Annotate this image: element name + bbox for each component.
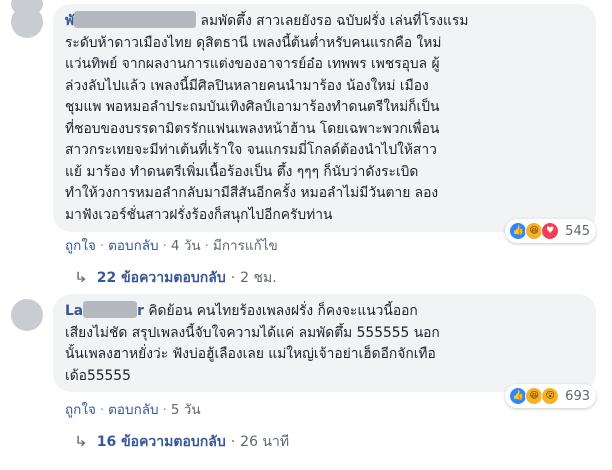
separator-dot: · [230, 270, 236, 286]
separator-dot: · [162, 238, 167, 254]
separator-dot: · [99, 238, 105, 254]
like-link[interactable]: ถูกใจ [65, 238, 96, 254]
wow-reaction-icon: 😮 [541, 387, 560, 405]
comment-2-line: นั้นเพลงฮาหยั่งว่ะ ฟังบ่อฮู้เลืองเลย แม่… [65, 346, 436, 362]
comment-1-author[interactable]: พั [65, 13, 74, 29]
separator-dot: · [162, 402, 167, 418]
comment-2-line-1: La r คิดย้อน คนไทยร้องเพลงฝรั่ง ก็คงจะแนว… [65, 301, 584, 323]
comment-1-line: แย้ มาร้อง ทำดนตรีเพิ่มเนื้อร้องเป็น ตึ้… [65, 163, 419, 180]
reply-arrow-icon: ↳ [73, 434, 88, 450]
reaction-summary-1[interactable]: 👍 😆 ♥ 545 [505, 219, 596, 243]
comment-1-line-1: พั ลมพัดตึ้ง สาวเลยยังรอ ฉบับฝรั่ง เล่นท… [65, 11, 584, 33]
view-replies-1[interactable]: ↳ 22 ข้อความตอบกลับ · 2 ชม. [73, 267, 277, 289]
reaction-summary-2[interactable]: 👍 😆 😮 693 [505, 384, 596, 408]
comment-bubble-1: พั ลมพัดตึ้ง สาวเลยยังรอ ฉบับฝรั่ง เล่นท… [53, 4, 596, 232]
comment-2-author-tail[interactable]: r [137, 303, 144, 319]
separator-dot: · [99, 402, 105, 418]
comment-2-author[interactable]: La [65, 303, 83, 319]
comment-1-line: ที่ชอบของบรรดามิตรรักแฟนเพลงหน้าฮ้าน โดย… [65, 120, 440, 137]
separator-dot: · [204, 238, 209, 254]
reply-arrow-icon: ↳ [73, 270, 88, 286]
comment-2-actions: ถูกใจ · ตอบกลับ · 5 วัน [65, 398, 201, 420]
author-name-redacted [74, 11, 197, 28]
edited-label[interactable]: มีการแก้ไข [213, 238, 278, 254]
comment-2-text: คิดย้อน คนไทยร้องเพลงฝรั่ง ก็คงจะแนวนี้อ… [148, 303, 418, 319]
comment-1-actions: ถูกใจ · ตอบกลับ · 4 วัน · มีการแก้ไข [65, 234, 278, 256]
love-reaction-icon: ♥ [541, 222, 560, 240]
reply-link[interactable]: ตอบกลับ [108, 402, 158, 418]
like-link[interactable]: ถูกใจ [65, 402, 96, 418]
comment-1-line: แว่นทิพย์ จากผลงานการแต่งของอาจารย์อ๋อ เ… [65, 56, 440, 72]
avatar-commenter-1[interactable] [11, 6, 43, 38]
reaction-count: 545 [565, 223, 590, 239]
replies-time: 26 นาที [240, 434, 290, 450]
reply-link[interactable]: ตอบกลับ [108, 238, 158, 254]
comment-1-line: ชุมแพ พอหมอลำประถมบันเทิงศิลป์เอามาร้องท… [65, 99, 440, 115]
reaction-count: 693 [565, 388, 590, 404]
avatar-commenter-2[interactable] [11, 299, 43, 331]
comment-1-line: มาฟังเวอร์ชั่นสาวฝรั่งร้องก็สนุกไปอีกครั… [65, 206, 333, 223]
comment-bubble-2: La r คิดย้อน คนไทยร้องเพลงฝรั่ง ก็คงจะแนว… [53, 294, 596, 392]
separator-dot: · [230, 434, 236, 450]
comment-1-line: ทำให้วงการหมอลำกลับมามีสีสันอีกครั้ง หมอ… [65, 185, 439, 201]
comment-1-line: ระดับห้าดาวเมืองไทย ดุสิตธานี เพลงนี้ต้น… [65, 34, 442, 51]
comment-1-line: ล่วงลับไปแล้ว เพลงนี้มีศิลปินหลายคนนำมาร… [65, 77, 429, 94]
comment-1-line: สาวกระเทยจะมีท่าเต้นที่เร้าใจ จนแกรมมี่โ… [65, 142, 437, 158]
author-name-redacted [83, 301, 138, 318]
comment-1-text: ลมพัดตึ้ง สาวเลยยังรอ ฉบับฝรั่ง เล่นที่โ… [200, 13, 469, 29]
comment-2-line: เสียงไม่ชัด สรุปเพลงนี้จับใจความได้แค่ ล… [65, 324, 440, 341]
timestamp[interactable]: 4 วัน [171, 238, 201, 254]
comment-2-line: เด้อ55555 [65, 367, 131, 384]
replies-time: 2 ชม. [240, 270, 277, 286]
view-replies-2[interactable]: ↳ 16 ข้อความตอบกลับ · 26 นาที [73, 431, 290, 453]
replies-count-link[interactable]: 22 ข้อความตอบกลับ [97, 270, 226, 286]
replies-count-link[interactable]: 16 ข้อความตอบกลับ [97, 434, 226, 450]
timestamp[interactable]: 5 วัน [171, 402, 201, 418]
